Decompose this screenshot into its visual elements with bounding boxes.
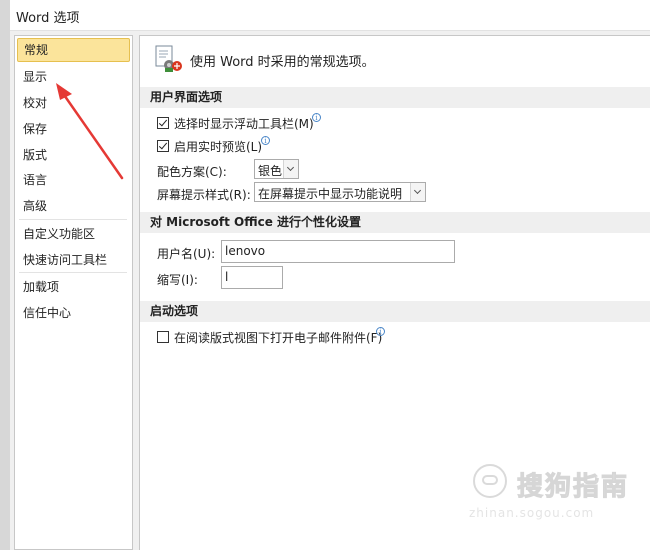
- sidebar-item-trust-center[interactable]: 信任中心: [17, 301, 130, 325]
- sidebar-item-advanced[interactable]: 高级: [17, 194, 130, 218]
- sidebar-separator: [19, 219, 127, 220]
- chevron-down-icon: [410, 183, 425, 201]
- sidebar-item-save[interactable]: 保存: [17, 117, 130, 141]
- sogou-logo-icon: [473, 464, 507, 498]
- open-email-attachments-label[interactable]: 在阅读版式视图下打开电子邮件附件(F): [174, 329, 382, 346]
- mini-toolbar-checkbox[interactable]: [157, 117, 169, 129]
- screentip-style-select[interactable]: 在屏幕提示中显示功能说明: [254, 182, 426, 202]
- sidebar-item-general[interactable]: 常规: [17, 38, 130, 62]
- sidebar-item-customize-ribbon[interactable]: 自定义功能区: [17, 222, 130, 246]
- chevron-down-icon: [283, 160, 298, 178]
- sidebar-separator: [19, 272, 127, 273]
- initials-input[interactable]: l: [221, 266, 283, 289]
- sidebar-item-add-ins[interactable]: 加载项: [17, 275, 130, 299]
- username-value: lenovo: [225, 244, 266, 258]
- sidebar-item-language[interactable]: 语言: [17, 168, 130, 192]
- color-scheme-label: 配色方案(C):: [157, 165, 227, 179]
- color-scheme-value: 银色: [258, 164, 283, 178]
- section-user-interface-options: 用户界面选项: [140, 87, 650, 108]
- sidebar-item-layout[interactable]: 版式: [17, 143, 130, 167]
- info-icon: i: [261, 136, 270, 145]
- initials-value: l: [225, 270, 229, 284]
- info-icon: i: [376, 327, 385, 336]
- section-personalize: 对 Microsoft Office 进行个性化设置: [140, 212, 650, 233]
- color-scheme-select[interactable]: 银色: [254, 159, 299, 179]
- page-description: 使用 Word 时采用的常规选项。: [190, 55, 375, 70]
- sidebar-item-proofing[interactable]: 校对: [17, 91, 130, 115]
- section-startup-options: 启动选项: [140, 301, 650, 322]
- live-preview-label[interactable]: 启用实时预览(L): [174, 138, 262, 155]
- sidebar-item-quick-access-toolbar[interactable]: 快速访问工具栏: [17, 248, 130, 272]
- open-email-attachments-checkbox[interactable]: [157, 331, 169, 343]
- background-window-edge: [0, 0, 10, 550]
- info-icon: i: [312, 113, 321, 122]
- window-title: Word 选项: [16, 11, 80, 26]
- username-input[interactable]: lenovo: [221, 240, 455, 263]
- mini-toolbar-label[interactable]: 选择时显示浮动工具栏(M): [174, 115, 314, 132]
- sidebar-item-display[interactable]: 显示: [17, 65, 130, 89]
- initials-label: 缩写(I):: [157, 273, 198, 287]
- sogou-watermark: 搜狗指南 zhinan.sogou.com: [467, 460, 637, 526]
- screentip-style-value: 在屏幕提示中显示功能说明: [258, 187, 403, 201]
- options-sidebar: 常规 显示 校对 保存 版式 语言 高级 自定义功能区 快速访问工具栏 加载项 …: [14, 35, 133, 550]
- watermark-url: zhinan.sogou.com: [469, 506, 595, 520]
- live-preview-checkbox[interactable]: [157, 140, 169, 152]
- screentip-style-label: 屏幕提示样式(R):: [157, 188, 251, 202]
- title-bar: Word 选项: [10, 0, 650, 31]
- watermark-text: 搜狗指南: [516, 472, 630, 503]
- username-label: 用户名(U):: [157, 247, 216, 261]
- general-options-icon: [153, 44, 185, 74]
